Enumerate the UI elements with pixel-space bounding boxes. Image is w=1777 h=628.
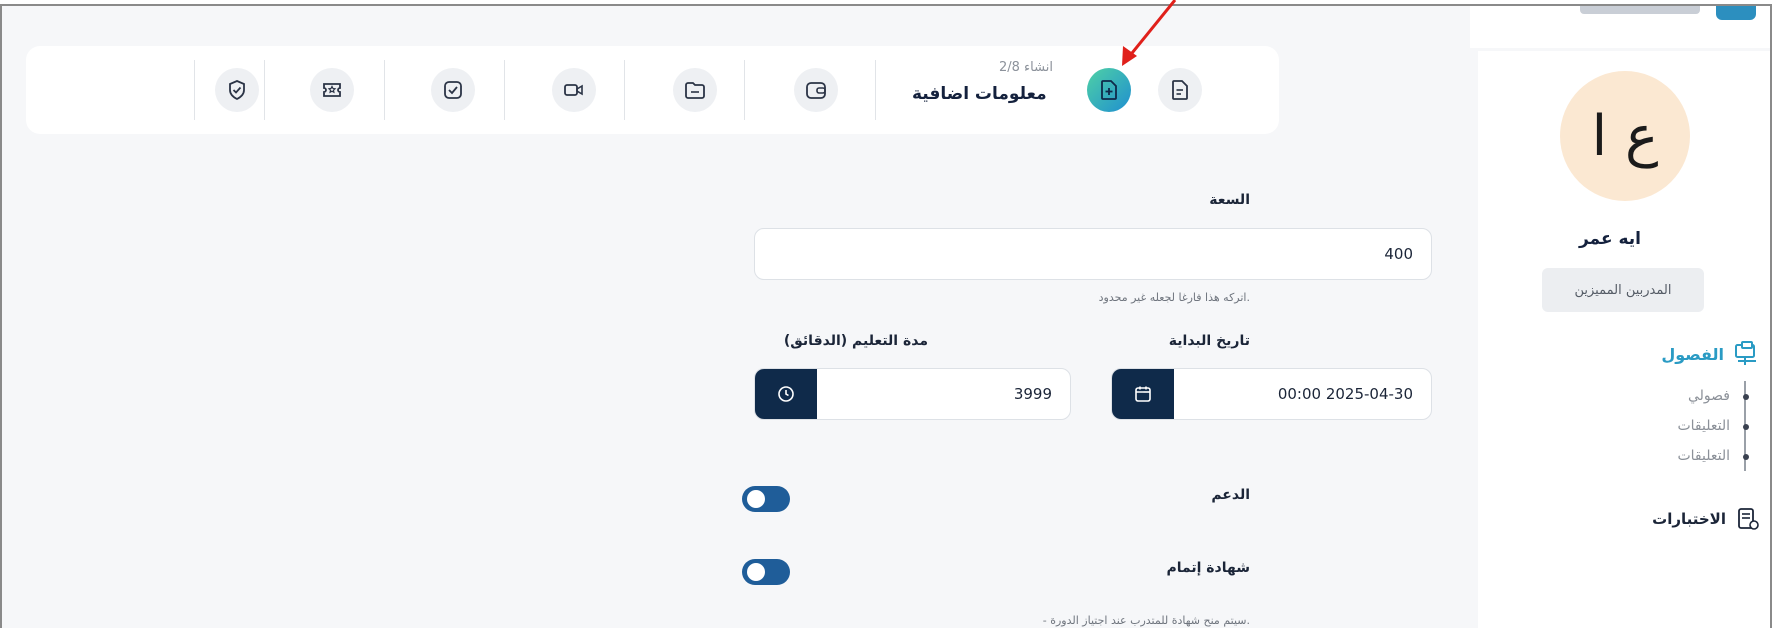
duration-input[interactable]: 3999	[754, 368, 1071, 420]
top-bar	[1470, 6, 1770, 48]
calendar-icon	[1135, 386, 1151, 402]
test-sheet-icon	[1738, 508, 1759, 530]
capacity-hint: اتركه هذا فارغا لجعله غير محدود.	[1098, 291, 1250, 304]
step-shield[interactable]	[215, 68, 259, 112]
start-date-input[interactable]: 00:00 2025-04-30	[1111, 368, 1432, 420]
document-icon	[1172, 80, 1188, 100]
sidebar-subitem-comments[interactable]: التعليقات	[1520, 411, 1749, 441]
chapters-sub-list: فصولي التعليقات التعليقات	[1520, 381, 1749, 471]
step-divider	[504, 60, 505, 120]
capacity-input[interactable]: 400	[754, 228, 1432, 280]
sidebar-subitem-my-chapters[interactable]: فصولي	[1520, 381, 1749, 411]
step-divider	[264, 60, 265, 120]
classroom-icon	[1735, 341, 1756, 365]
role-badge: المدربين المميزين	[1542, 268, 1704, 312]
start-date-label: تاريخ البداية	[1168, 333, 1250, 349]
brand-logo[interactable]	[1716, 6, 1756, 20]
certificate-label: شهادة إتمام	[1166, 560, 1250, 576]
duration-label: مدة التعليم (الدقائق)	[783, 333, 928, 349]
clock-icon	[778, 386, 794, 402]
sidebar-item-chapters[interactable]: الفصول	[1520, 341, 1760, 367]
start-date-value: 00:00 2025-04-30	[1277, 385, 1413, 403]
duration-value: 3999	[1013, 385, 1052, 403]
clock-button[interactable]	[755, 369, 817, 419]
certificate-toggle[interactable]	[742, 559, 790, 585]
ticket-icon	[323, 83, 341, 97]
current-step-title: معلومات اضافية	[912, 84, 1047, 104]
sidebar-nav: الفصول فصولي التعليقات التعليقات الاختبا…	[1520, 341, 1760, 531]
step-video[interactable]	[552, 68, 596, 112]
wallet-icon	[806, 82, 826, 99]
user-name: ايه عمر	[1578, 229, 1642, 249]
sidebar-item-label: الفصول	[1661, 344, 1724, 364]
checkbox-icon	[444, 81, 462, 99]
capacity-value: 400	[1384, 245, 1413, 263]
course-stepper: انشاء 2/8 معلومات اضافية	[26, 46, 1279, 134]
sidebar: ع ا ايه عمر المدربين المميزين الفصول فصو…	[1478, 51, 1770, 628]
step-folder[interactable]	[673, 68, 717, 112]
sidebar-item-tests[interactable]: الاختبارات	[1520, 507, 1760, 531]
step-divider	[624, 60, 625, 120]
step-wallet[interactable]	[794, 68, 838, 112]
app-window: ع ا ايه عمر المدربين المميزين الفصول فصو…	[0, 4, 1772, 628]
step-count: انشاء 2/8	[999, 60, 1053, 75]
step-checkbox[interactable]	[431, 68, 475, 112]
avatar[interactable]: ع ا	[1560, 71, 1690, 201]
step-document[interactable]	[1158, 68, 1202, 112]
step-additional-info[interactable]	[1087, 68, 1131, 112]
video-icon	[564, 84, 583, 96]
avatar-initials: ع ا	[1591, 103, 1659, 169]
capacity-label: السعة	[1209, 192, 1250, 208]
folder-icon	[685, 82, 705, 99]
certificate-note: - سيتم منح شهادة للمتدرب عند اجتياز الدو…	[1042, 614, 1250, 627]
sidebar-subitem-comments[interactable]: التعليقات	[1520, 441, 1749, 471]
support-toggle[interactable]	[742, 486, 790, 512]
step-divider	[875, 60, 876, 120]
top-bar-text	[1580, 6, 1700, 14]
step-ticket[interactable]	[310, 68, 354, 112]
sidebar-item-label: الاختبارات	[1652, 510, 1726, 528]
step-divider	[384, 60, 385, 120]
support-label: الدعم	[1211, 487, 1250, 503]
document-plus-icon	[1101, 80, 1117, 100]
step-divider	[744, 60, 745, 120]
calendar-button[interactable]	[1112, 369, 1174, 419]
step-divider	[194, 60, 195, 120]
shield-check-icon	[229, 80, 245, 101]
